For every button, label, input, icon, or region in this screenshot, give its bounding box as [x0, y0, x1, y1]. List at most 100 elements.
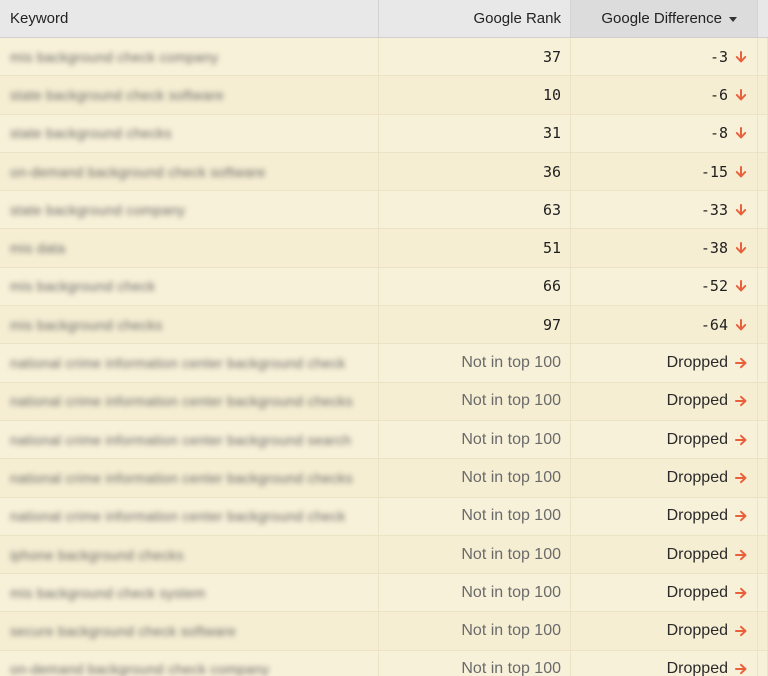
keyword-cell: national crime information center backgr…	[0, 344, 379, 382]
row-spacer	[758, 306, 768, 344]
google-rank-cell: 31	[379, 114, 571, 152]
table-body: mis background check company 37 -3 state ba…	[0, 38, 768, 676]
arrow-down-icon	[734, 318, 748, 332]
google-difference-cell: Dropped	[571, 459, 758, 497]
google-rank-value: 10	[542, 85, 561, 104]
keyword-text: national crime information center backgr…	[10, 355, 346, 372]
google-difference-value: Dropped	[666, 545, 728, 563]
row-spacer	[758, 344, 768, 382]
google-rank-cell: 66	[379, 267, 571, 306]
google-difference-value: -15	[700, 162, 728, 181]
table-row[interactable]: state background checks 31 -8	[0, 114, 768, 153]
google-rank-cell: 63	[379, 191, 571, 229]
row-spacer	[758, 38, 768, 76]
google-rank-value: Not in top 100	[461, 468, 561, 486]
column-header-google-difference-label: Google Difference	[601, 10, 722, 27]
table-header: Keyword Google Rank Google Difference	[0, 0, 768, 38]
table-row[interactable]: mis background check company 37 -3	[0, 38, 768, 77]
keyword-cell: iphone background checks	[0, 535, 379, 574]
google-rank-cell: Not in top 100	[379, 497, 571, 535]
table-row[interactable]: national crime information center backgr…	[0, 344, 768, 383]
google-rank-cell: Not in top 100	[379, 420, 571, 459]
arrow-right-icon	[734, 548, 748, 562]
google-rank-value: 31	[542, 124, 561, 143]
column-header-keyword[interactable]: Keyword	[0, 0, 379, 37]
table-row[interactable]: on-demand background check company Not in…	[0, 650, 768, 676]
google-rank-cell: Not in top 100	[379, 344, 571, 382]
arrow-right-icon	[734, 433, 748, 447]
table-row[interactable]: secure background check software Not in t…	[0, 612, 768, 651]
arrow-down-icon	[734, 241, 748, 255]
arrow-right-icon	[734, 394, 748, 408]
row-spacer	[758, 497, 768, 535]
google-difference-value: -6	[709, 85, 728, 104]
table-row[interactable]: iphone background checks Not in top 100 Dr…	[0, 535, 768, 575]
arrow-right-icon	[734, 586, 748, 600]
keyword-cell: national crime information center backgr…	[0, 382, 379, 420]
keyword-text: national crime information center backgr…	[10, 469, 353, 486]
google-difference-value: Dropped	[666, 507, 728, 525]
google-rank-value: Not in top 100	[461, 622, 561, 640]
column-header-google-rank[interactable]: Google Rank	[379, 0, 571, 37]
arrow-down-icon	[734, 279, 748, 293]
google-difference-cell: Dropped	[571, 344, 758, 382]
google-difference-value: -52	[700, 277, 728, 296]
table-row[interactable]: mis background checks 97 -64	[0, 306, 768, 345]
row-spacer	[758, 152, 768, 191]
keyword-cell: national crime information center backgr…	[0, 497, 379, 535]
google-rank-value: 63	[542, 200, 561, 219]
row-spacer	[758, 114, 768, 152]
keyword-text: iphone background checks	[10, 546, 184, 563]
keyword-rank-table: Keyword Google Rank Google Difference mi…	[0, 0, 768, 676]
google-rank-cell: 10	[379, 76, 571, 114]
table-row[interactable]: national crime information center backgr…	[0, 459, 768, 498]
arrow-down-icon	[734, 88, 748, 102]
google-rank-cell: Not in top 100	[379, 382, 571, 420]
table-row[interactable]: state background company 63 -33	[0, 191, 768, 230]
table-row[interactable]: mis data 51 -38	[0, 229, 768, 268]
table-row[interactable]: on-demand background check software 36 -15	[0, 152, 768, 192]
row-spacer	[758, 229, 768, 267]
keyword-text: on-demand background check software	[10, 163, 266, 180]
google-difference-cell: Dropped	[571, 420, 758, 459]
google-rank-cell: 97	[379, 306, 571, 344]
arrow-right-icon	[734, 471, 748, 485]
row-spacer	[758, 650, 768, 676]
google-difference-value: -64	[700, 315, 728, 334]
google-difference-value: Dropped	[666, 660, 728, 676]
arrow-right-icon	[734, 662, 748, 676]
arrow-right-icon	[734, 356, 748, 370]
arrow-down-icon	[734, 126, 748, 140]
google-difference-cell: -64	[571, 306, 758, 344]
keyword-text: mis background check company	[10, 48, 219, 65]
arrow-right-icon	[734, 624, 748, 638]
table-row[interactable]: national crime information center backgr…	[0, 497, 768, 536]
keyword-text: state background company	[10, 201, 186, 218]
column-header-google-difference[interactable]: Google Difference	[571, 0, 758, 37]
table-row[interactable]: mis background check system Not in top 10…	[0, 574, 768, 613]
row-spacer	[758, 420, 768, 459]
google-difference-cell: -52	[571, 267, 758, 306]
table-row[interactable]: state background check software 10 -6	[0, 76, 768, 115]
google-difference-cell: Dropped	[571, 497, 758, 535]
keyword-cell: mis background check	[0, 267, 379, 306]
table-row[interactable]: national crime information center backgr…	[0, 382, 768, 421]
google-rank-value: 66	[542, 277, 561, 296]
row-spacer	[758, 459, 768, 497]
google-rank-cell: 36	[379, 152, 571, 191]
google-rank-value: 36	[542, 162, 561, 181]
keyword-cell: national crime information center backgr…	[0, 420, 379, 459]
google-difference-value: Dropped	[666, 583, 728, 601]
google-difference-value: Dropped	[666, 468, 728, 486]
google-difference-cell: -33	[571, 191, 758, 229]
keyword-text: mis data	[10, 240, 66, 257]
google-difference-value: -8	[709, 124, 728, 143]
row-spacer	[758, 76, 768, 114]
arrow-down-icon	[734, 50, 748, 64]
table-row[interactable]: national crime information center backgr…	[0, 420, 768, 460]
row-spacer	[758, 535, 768, 574]
keyword-text: national crime information center backgr…	[10, 431, 352, 448]
google-rank-value: Not in top 100	[461, 660, 561, 676]
table-row[interactable]: mis background check 66 -52	[0, 267, 768, 307]
row-spacer	[758, 267, 768, 306]
